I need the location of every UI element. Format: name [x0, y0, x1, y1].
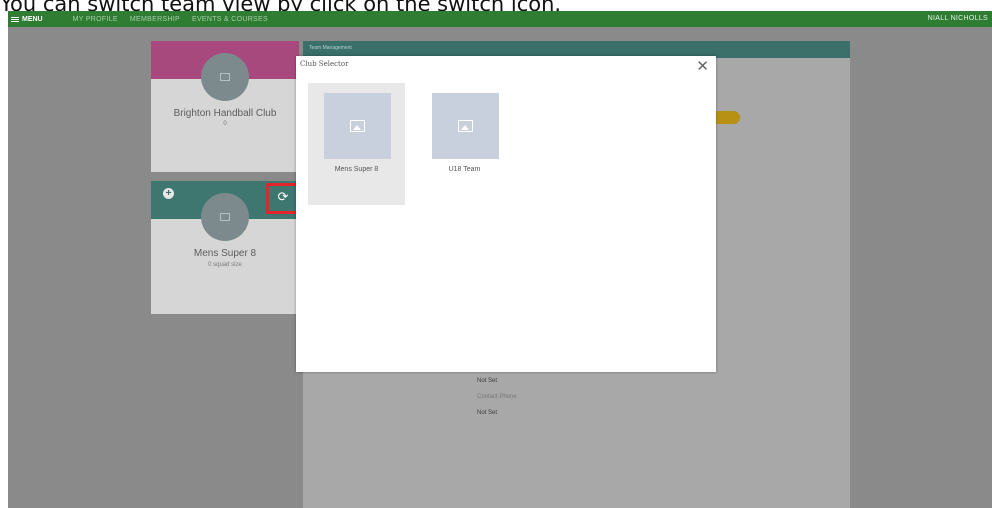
detail-label-contact-phone: Contact Phone — [477, 394, 517, 400]
image-placeholder-icon — [220, 213, 230, 221]
detail-value-1: Not Set — [477, 378, 498, 384]
image-placeholder-icon — [220, 73, 230, 81]
hamburger-icon — [11, 16, 19, 23]
menu-label: MENU — [22, 15, 43, 23]
team-name: Mens Super 8 — [193, 248, 257, 259]
team-tile-mens-super-8[interactable]: Mens Super 8 — [308, 83, 405, 205]
team-tile-label: U18 Team — [448, 166, 481, 173]
club-name: Brighton Handball Club — [173, 108, 277, 119]
team-thumbnail — [432, 93, 499, 159]
top-nav-bar: MENU MY PROFILE MEMBERSHIP EVENTS & COUR… — [8, 11, 992, 27]
team-tile-u18-team[interactable]: U18 Team — [416, 83, 513, 205]
menu-button[interactable]: MENU — [11, 16, 43, 23]
screen: You can switch team view by click on the… — [0, 0, 992, 508]
image-icon — [350, 120, 365, 132]
team-sub: 0 squad size — [208, 262, 242, 268]
close-icon[interactable]: ✕ — [696, 57, 709, 75]
action-button[interactable] — [712, 111, 740, 124]
team-avatar — [201, 193, 249, 241]
nav-events-courses[interactable]: EVENTS & COURSES — [192, 16, 268, 23]
user-name[interactable]: NIALL NICHOLLS — [928, 15, 988, 22]
switch-icon-highlight — [266, 183, 300, 214]
modal-title: Club Selector — [300, 60, 349, 68]
add-team-icon[interactable]: + — [163, 188, 174, 199]
club-avatar — [201, 53, 249, 101]
club-card: Brighton Handball Club 0 — [151, 41, 299, 172]
image-icon — [458, 120, 473, 132]
club-selector-modal: Club Selector ✕ Mens Super 8 U18 Team — [296, 56, 716, 372]
nav-membership[interactable]: MEMBERSHIP — [130, 16, 180, 23]
club-sub: 0 — [223, 121, 227, 127]
team-thumbnail — [324, 93, 391, 159]
top-nav-links: MY PROFILE MEMBERSHIP EVENTS & COURSES — [73, 16, 268, 23]
team-tile-label: Mens Super 8 — [334, 166, 379, 173]
nav-my-profile[interactable]: MY PROFILE — [73, 16, 118, 23]
detail-value-2: Not Set — [477, 410, 498, 416]
